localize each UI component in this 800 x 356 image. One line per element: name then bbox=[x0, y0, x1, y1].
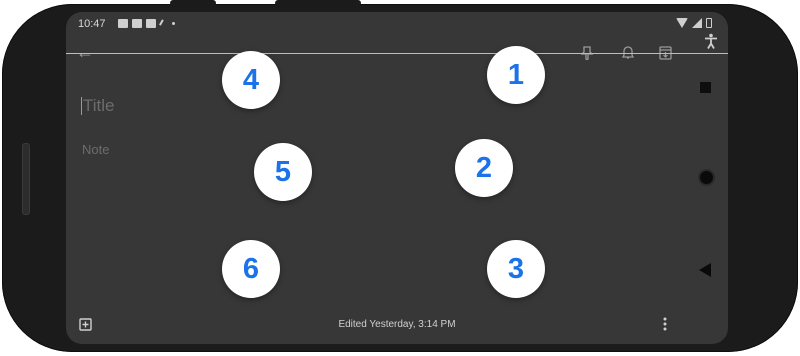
phone-side-button bbox=[170, 0, 216, 6]
status-bar: 10:47 bbox=[78, 16, 712, 32]
notification-icons bbox=[118, 19, 175, 29]
number-badge-5: 5 bbox=[254, 143, 312, 201]
back-triangle-icon[interactable] bbox=[699, 263, 711, 277]
status-time: 10:47 bbox=[78, 18, 106, 30]
recents-square-icon[interactable] bbox=[700, 82, 711, 93]
signal-icon bbox=[692, 18, 702, 28]
title-field[interactable]: Title bbox=[81, 97, 115, 115]
home-circle-icon[interactable] bbox=[700, 171, 713, 184]
system-status-icons bbox=[676, 18, 712, 28]
number-badge-3: 3 bbox=[487, 240, 545, 298]
phone-screen: 10:47 ← Title Note Edited Yesterday, 3:1… bbox=[66, 12, 728, 344]
phone-speaker-slot bbox=[22, 143, 30, 215]
number-badge-6: 6 bbox=[222, 240, 280, 298]
battery-icon bbox=[706, 18, 712, 28]
photo-icon bbox=[118, 19, 128, 28]
number-badge-4: 4 bbox=[222, 51, 280, 109]
back-arrow-icon[interactable]: ← bbox=[76, 43, 94, 61]
phone-volume-button bbox=[275, 0, 361, 6]
accessibility-icon[interactable] bbox=[704, 33, 718, 49]
edit-icon bbox=[159, 19, 169, 29]
more-vert-icon[interactable] bbox=[663, 316, 667, 332]
note-field[interactable]: Note bbox=[82, 142, 109, 157]
dot-icon bbox=[172, 22, 175, 25]
wifi-icon bbox=[676, 18, 688, 28]
news-icon bbox=[132, 19, 142, 28]
toolbar-divider bbox=[66, 53, 728, 54]
edited-timestamp: Edited Yesterday, 3:14 PM bbox=[338, 319, 456, 330]
number-badge-1: 1 bbox=[487, 46, 545, 104]
youtube-icon bbox=[146, 19, 156, 28]
number-badge-2: 2 bbox=[455, 139, 513, 197]
